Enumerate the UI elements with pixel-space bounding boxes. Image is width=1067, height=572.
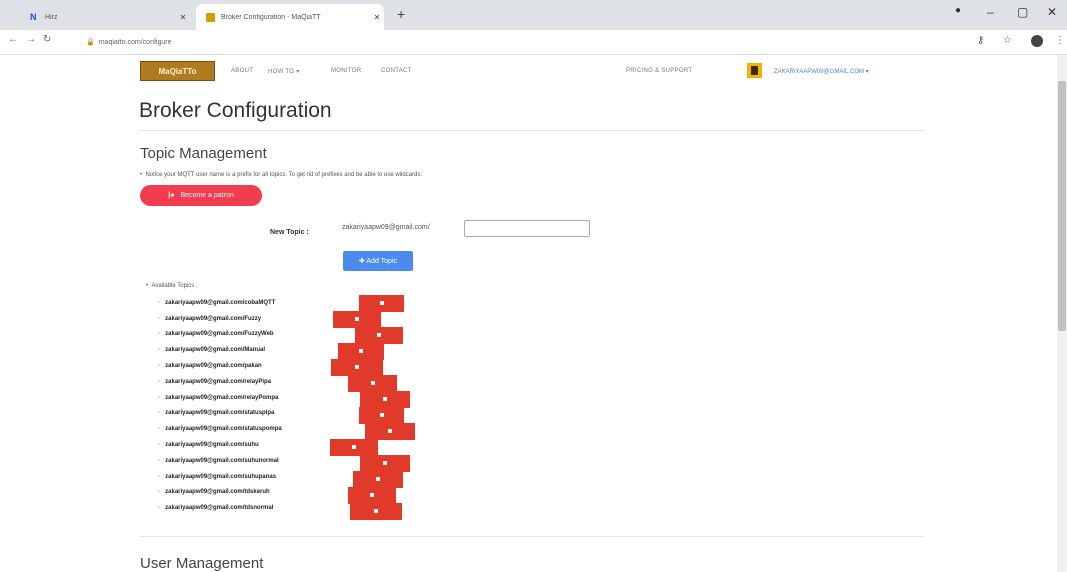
topic-name: zakariyaapw09@gmail.com/suhunormal (165, 457, 279, 464)
profile-avatar[interactable] (1031, 35, 1043, 47)
divider (139, 130, 924, 131)
topic-management-heading: Topic Management (140, 145, 267, 162)
menu-icon[interactable]: ⋮ (1055, 35, 1065, 46)
topic-name: zakariyaapw09@gmail.com/tdskeruh (165, 489, 270, 496)
become-patron-button[interactable]: |● Become a patron (140, 185, 262, 206)
browser-tab-strip: N Hirz ✕ Broker Configuration - MaQiaTT … (0, 0, 1067, 30)
nav-monitor[interactable]: MONITOR (331, 68, 361, 74)
topic-name: zakariyaapw09@gmail.com/suhu (165, 442, 259, 449)
site-favicon-icon: N (30, 11, 37, 22)
delete-topic-button[interactable] (330, 439, 378, 456)
topic-name: zakariyaapw09@gmail.com/statuspompa (165, 426, 282, 433)
forward-icon[interactable]: → (26, 34, 36, 45)
list-item: ◦ zakariyaapw09@gmail.com/statuspompa (158, 426, 282, 433)
user-management-heading: User Management (140, 555, 264, 572)
delete-topic-button[interactable] (359, 295, 404, 312)
topic-name: zakariyaapw09@gmail.com/cobaMQTT (165, 299, 276, 306)
list-item: ◦ zakariyaapw09@gmail.com/suhupanas (158, 473, 277, 480)
site-navbar: MaQiaTTo ABOUT HOW TO ▾ MONITOR CONTACT … (136, 58, 921, 86)
available-topics-label: • Available Topics : (146, 283, 198, 289)
new-topic-input[interactable] (464, 220, 590, 237)
page-scrollbar[interactable] (1057, 55, 1067, 572)
nav-pricing[interactable]: PRICING & SUPPORT (626, 68, 692, 74)
topic-prefix: zakariyaapw09@gmail.com/ (342, 224, 430, 231)
minimize-icon[interactable]: – (987, 5, 994, 19)
topic-name: zakariyaapw09@gmail.com/statuspipa (165, 410, 275, 417)
delete-topic-button[interactable] (350, 503, 402, 520)
delete-topic-button[interactable] (333, 311, 381, 328)
list-item: ◦ zakariyaapw09@gmail.com/cobaMQTT (158, 299, 276, 306)
new-tab-icon[interactable]: + (397, 6, 405, 22)
topic-name: zakariyaapw09@gmail.com/relayPipa (165, 378, 272, 385)
topic-name: zakariyaapw09@gmail.com/suhupanas (165, 473, 277, 480)
address-bar[interactable]: 🔒 maqiatto.com/configure (86, 34, 966, 50)
delete-topic-button[interactable] (360, 455, 410, 472)
url-text: maqiatto.com/configure (98, 38, 172, 46)
browser-tab[interactable]: N Hirz ✕ (20, 4, 190, 30)
list-item: ◦ zakariyaapw09@gmail.com/FuzzyWeb (158, 331, 274, 338)
topic-list: ◦ zakariyaapw09@gmail.com/cobaMQTT ◦ zakar… (158, 295, 282, 516)
list-item: ◦ zakariyaapw09@gmail.com/pakan (158, 363, 262, 370)
topic-name: zakariyaapw09@gmail.com/pakan (165, 363, 262, 370)
maximize-icon[interactable]: ▢ (1017, 5, 1028, 19)
lock-icon: 🔒 (86, 39, 95, 46)
topic-name: zakariyaapw09@gmail.com/relayPompa (165, 394, 279, 401)
page-content: MaQiaTTo ABOUT HOW TO ▾ MONITOR CONTACT … (0, 55, 1057, 572)
divider (139, 536, 924, 537)
list-item: ◦ zakariyaapw09@gmail.com/statuspipa (158, 410, 275, 417)
topic-name: zakariyaapw09@gmail.com/Fuzzy (165, 315, 262, 322)
site-favicon-icon (206, 12, 215, 22)
nav-how-to[interactable]: HOW TO ▾ (268, 68, 300, 75)
topic-name: zakariyaapw09@gmail.com/tdsnormal (165, 505, 274, 512)
topic-name: zakariyaapw09@gmail.com/FuzzyWeb (165, 331, 274, 338)
delete-topic-button[interactable] (365, 423, 415, 440)
record-icon[interactable]: ● (955, 5, 961, 16)
user-avatar[interactable] (747, 63, 762, 78)
close-icon[interactable]: ✕ (176, 13, 190, 22)
notice-text: Notice your MQTT user name is a prefix f… (145, 172, 423, 178)
nav-about[interactable]: ABOUT (231, 68, 253, 74)
window-close-icon[interactable]: ✕ (1047, 5, 1057, 19)
nav-contact[interactable]: CONTACT (381, 68, 412, 74)
topic-name: zakariyaapw09@gmail.com/Manual (165, 347, 266, 354)
delete-topic-button[interactable] (348, 487, 396, 504)
list-item: ◦ zakariyaapw09@gmail.com/relayPipa (158, 378, 272, 385)
delete-topic-button[interactable] (355, 327, 403, 344)
list-item: ◦ zakariyaapw09@gmail.com/relayPompa (158, 394, 279, 401)
delete-topic-button[interactable] (338, 343, 384, 360)
reload-icon[interactable]: ↻ (43, 34, 51, 45)
list-item: ◦ zakariyaapw09@gmail.com/suhunormal (158, 457, 279, 464)
list-item: ◦ zakariyaapw09@gmail.com/Manual (158, 347, 266, 354)
user-menu[interactable]: ZAKARIYAAPW09@GMAIL.COM ▾ (774, 68, 869, 75)
list-item: ◦ zakariyaapw09@gmail.com/tdskeruh (158, 489, 270, 496)
list-item: ◦ zakariyaapw09@gmail.com/Fuzzy (158, 315, 262, 322)
back-icon[interactable]: ← (8, 34, 18, 45)
add-topic-button[interactable]: ✚ Add Topic (343, 251, 413, 271)
patreon-icon: |● (168, 192, 175, 199)
available-text: Available Topics : (151, 283, 198, 289)
close-icon[interactable]: ✕ (370, 13, 384, 22)
address-toolbar: ← → ↻ 🔒 maqiatto.com/configure ⚷ ☆ ⋮ (0, 30, 1067, 55)
browser-tab-active[interactable]: Broker Configuration - MaQiaTT ✕ (196, 4, 384, 30)
star-icon[interactable]: ☆ (1003, 35, 1012, 46)
delete-topic-button[interactable] (348, 375, 397, 392)
delete-topic-button[interactable] (353, 471, 403, 488)
list-item: ◦ zakariyaapw09@gmail.com/suhu (158, 442, 259, 449)
new-topic-label: New Topic : (270, 229, 309, 236)
tab-title: Broker Configuration - MaQiaTT (221, 13, 321, 21)
tab-title: Hirz (45, 13, 58, 21)
scrollbar-thumb[interactable] (1058, 81, 1066, 331)
prefix-notice: • Notice your MQTT user name is a prefix… (140, 172, 422, 178)
site-logo[interactable]: MaQiaTTo (140, 61, 215, 81)
delete-topic-button[interactable] (331, 359, 383, 376)
delete-topic-button[interactable] (360, 391, 410, 408)
page-title: Broker Configuration (139, 99, 332, 122)
patron-label: Become a patron (180, 192, 234, 199)
delete-topic-button[interactable] (359, 407, 404, 424)
key-icon[interactable]: ⚷ (977, 35, 984, 46)
logo-text: MaQiaTTo (158, 66, 197, 76)
list-item: ◦ zakariyaapw09@gmail.com/tdsnormal (158, 505, 274, 512)
